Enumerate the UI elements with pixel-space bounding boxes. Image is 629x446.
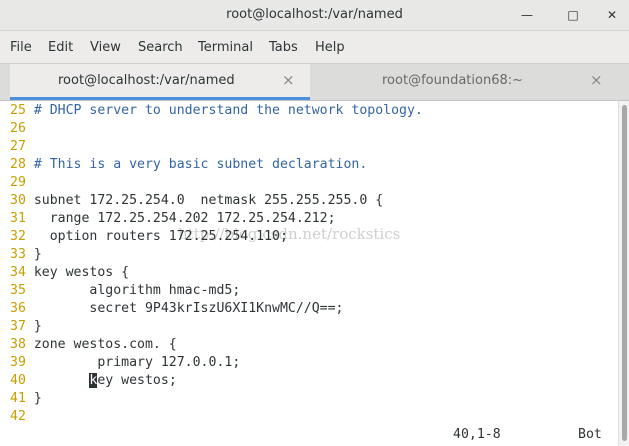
editor-line: 41 } [10, 390, 42, 408]
line-number: 30 [10, 193, 34, 208]
line-text: range 172.25.254.202 172.25.254.212; [33, 211, 336, 226]
tab-localhost[interactable]: root@localhost:/var/named × [10, 64, 310, 100]
tab-close-icon[interactable]: × [590, 71, 603, 89]
line-number: 38 [10, 337, 34, 352]
menu-terminal[interactable]: Terminal [198, 40, 253, 55]
line-number: 32 [10, 229, 34, 244]
comment-text: # DHCP server to understand the network … [33, 103, 423, 118]
line-text: } [33, 319, 42, 334]
editor-line: 34 key westos { [10, 264, 129, 282]
menu-search[interactable]: Search [138, 40, 183, 55]
editor-line: 40 key westos; [10, 372, 177, 390]
line-text [34, 373, 90, 388]
line-number: 40 [10, 373, 34, 388]
editor-line: 25 # DHCP server to understand the netwo… [10, 102, 423, 120]
cursor-position: 40,1-8 [453, 427, 501, 442]
terminal-window: root@localhost:/var/named — □ ✕ File Edi… [0, 0, 629, 446]
tab-close-icon[interactable]: × [282, 71, 295, 89]
editor-line: 37 } [10, 318, 42, 336]
menu-file[interactable]: File [10, 40, 32, 55]
tab-foundation[interactable]: root@foundation68:~ × [312, 64, 618, 100]
line-text: ey westos; [97, 373, 177, 388]
title-bar[interactable]: root@localhost:/var/named — □ ✕ [0, 0, 629, 31]
line-number: 25 [10, 103, 34, 118]
menu-view[interactable]: View [90, 40, 121, 55]
line-number: 26 [10, 121, 34, 136]
editor-line: 42 [10, 408, 34, 426]
tab-label: root@localhost:/var/named [58, 73, 235, 88]
line-number: 41 [10, 391, 34, 406]
line-number: 34 [10, 265, 34, 280]
line-number: 33 [10, 247, 34, 262]
scroll-position: Bot [578, 427, 602, 442]
maximize-icon[interactable]: □ [563, 6, 583, 24]
menu-help[interactable]: Help [315, 40, 345, 55]
terminal-content[interactable]: http://blog.csdn.net/rockstics 40,1-8 Bo… [0, 101, 618, 446]
editor-line: 26 [10, 120, 34, 138]
line-text: subnet 172.25.254.0 netmask 255.255.255.… [33, 193, 384, 208]
menu-tabs[interactable]: Tabs [269, 40, 298, 55]
line-number: 36 [10, 301, 34, 316]
line-text: algorithm hmac-md5; [33, 283, 241, 298]
line-number: 37 [10, 319, 34, 334]
menu-edit[interactable]: Edit [48, 40, 73, 55]
editor-line: 39 primary 127.0.0.1; [10, 354, 240, 372]
close-icon[interactable]: ✕ [602, 6, 622, 24]
tab-label: root@foundation68:~ [382, 73, 524, 88]
line-text: } [33, 391, 42, 406]
editor-line: 33 } [10, 246, 42, 264]
editor-line: 31 range 172.25.254.202 172.25.254.212; [10, 210, 336, 228]
line-text: primary 127.0.0.1; [33, 355, 241, 370]
line-number: 29 [10, 175, 34, 190]
line-number: 42 [10, 409, 34, 424]
line-number: 39 [10, 355, 34, 370]
line-text: option routers 172.25.254.110; [33, 229, 288, 244]
editor-line: 36 secret 9P43krIszU6XI1KnwMC//Q==; [10, 300, 343, 318]
editor-line: 28 # This is a very basic subnet declara… [10, 156, 367, 174]
editor-line: 27 [10, 138, 34, 156]
line-text: zone westos.com. { [33, 337, 177, 352]
editor-line: 29 [10, 174, 34, 192]
menu-bar: File Edit View Search Terminal Tabs Help [0, 31, 629, 64]
editor-line: 35 algorithm hmac-md5; [10, 282, 240, 300]
scrollbar[interactable] [618, 101, 629, 446]
line-text: } [33, 247, 42, 262]
line-text: key westos { [33, 265, 130, 280]
line-number: 27 [10, 139, 34, 154]
tab-bar: root@localhost:/var/named × root@foundat… [0, 64, 629, 101]
editor-line: 30 subnet 172.25.254.0 netmask 255.255.2… [10, 192, 383, 210]
editor-line: 32 option routers 172.25.254.110; [10, 228, 288, 246]
line-number: 28 [10, 157, 34, 172]
scrollbar-thumb[interactable] [622, 105, 627, 441]
minimize-icon[interactable]: — [517, 6, 537, 24]
editor-line: 38 zone westos.com. { [10, 336, 177, 354]
line-number: 31 [10, 211, 34, 226]
line-text: secret 9P43krIszU6XI1KnwMC//Q==; [33, 301, 344, 316]
line-number: 35 [10, 283, 34, 298]
comment-text: # This is a very basic subnet declaratio… [33, 157, 368, 172]
